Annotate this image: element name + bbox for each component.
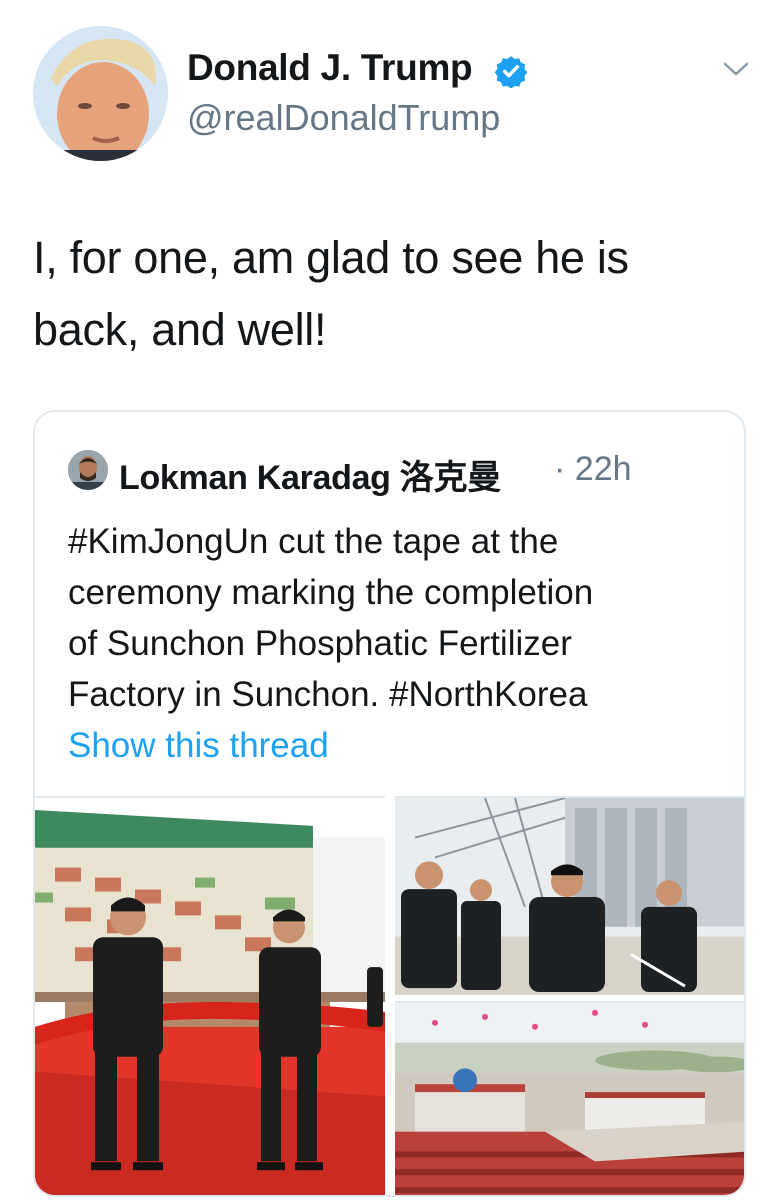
chevron-down-icon[interactable] [721, 58, 751, 80]
tweet-text: I, for one, am glad to see he is back, a… [33, 222, 733, 366]
meta-separator: · [554, 450, 566, 488]
quoted-tweet-card[interactable]: Lokman Karadag 洛克曼 · 22h #KimJongUn cut … [33, 410, 746, 1197]
tweet-header: Donald J. Trump @realDonaldTrump [0, 0, 779, 180]
media-grid [35, 796, 744, 1195]
verified-badge-icon [494, 56, 528, 88]
author-name[interactable]: Donald J. Trump [187, 47, 473, 89]
quoted-author-avatar[interactable] [68, 450, 108, 490]
quoted-text-line: Factory in Sunchon. #NorthKorea [68, 675, 588, 714]
ribbon-cutting-photo[interactable] [35, 796, 385, 1195]
quoted-text-line: of Sunchon Phosphatic Fertilizer [68, 624, 572, 663]
crowd-aerial-photo[interactable] [395, 1001, 744, 1195]
quoted-tweet-meta: · 22h [554, 450, 632, 489]
tweet-text-line: I, for one, am glad to see he is [33, 232, 629, 283]
quoted-tweet-time[interactable]: 22h [575, 450, 632, 488]
show-thread-link[interactable]: Show this thread [68, 726, 329, 766]
author-handle[interactable]: @realDonaldTrump [187, 97, 500, 139]
factory-visit-photo[interactable] [395, 796, 744, 995]
tweet-text-line: back, and well! [33, 304, 327, 355]
quoted-text-line: ceremony marking the completion [68, 573, 594, 612]
quoted-tweet-text: #KimJongUn cut the tape at the ceremony … [68, 516, 728, 720]
quoted-text-line: #KimJongUn cut the tape at the [68, 522, 559, 561]
author-avatar[interactable] [33, 26, 168, 161]
quoted-author-name[interactable]: Lokman Karadag 洛克曼 [119, 450, 501, 499]
